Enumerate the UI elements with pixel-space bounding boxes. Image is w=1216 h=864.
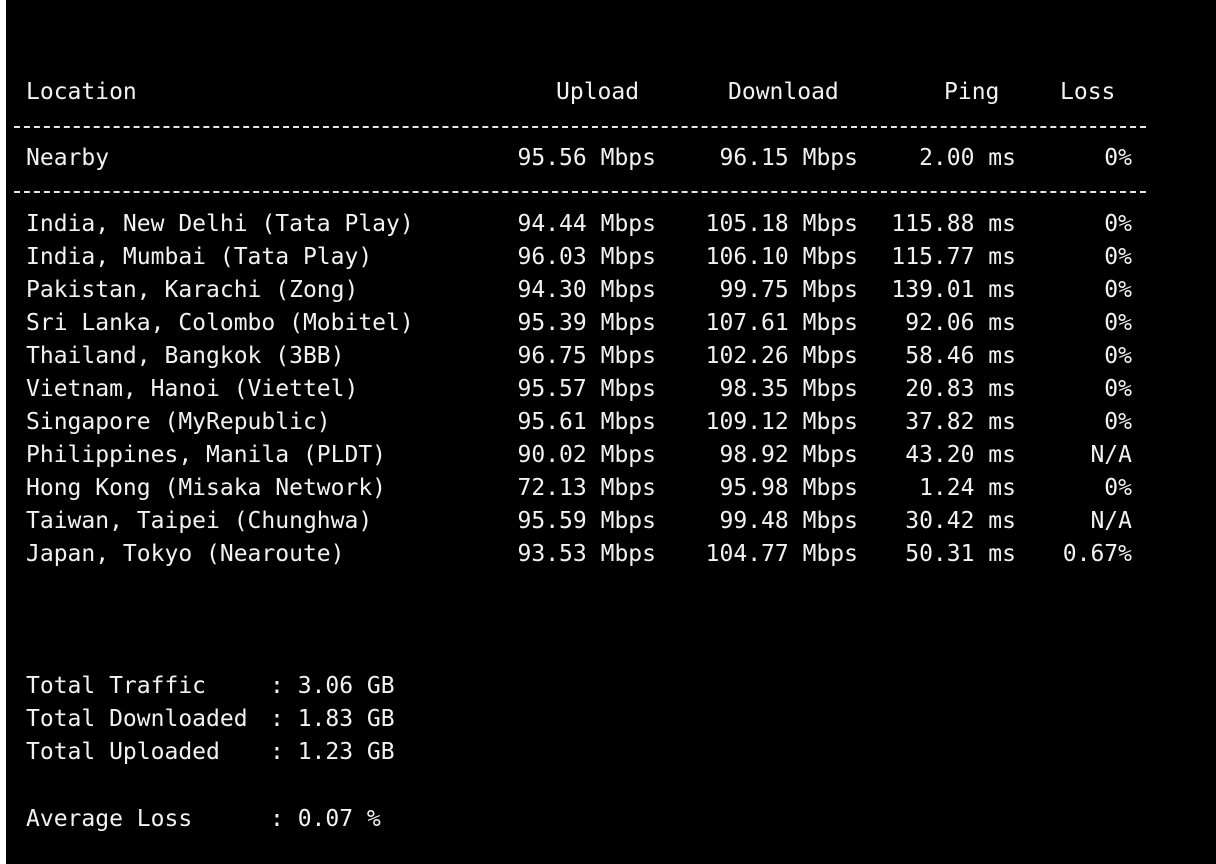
row-ping: 115.88 ms xyxy=(891,211,1016,237)
row-loss: 0% xyxy=(1104,409,1132,435)
row-loss: N/A xyxy=(1090,508,1132,534)
row-ping: 37.82 ms xyxy=(905,409,1016,435)
row-loss: 0% xyxy=(1104,310,1132,336)
row-download: 107.61 Mbps xyxy=(705,310,858,336)
table-row: Sri Lanka, Colombo (Mobitel) 95.39 Mbps … xyxy=(6,307,1216,340)
row-upload: 95.39 Mbps xyxy=(517,310,656,336)
row-upload: 95.61 Mbps xyxy=(517,409,656,435)
summary-label: Average Loss xyxy=(26,806,193,832)
header-ping: Ping xyxy=(944,79,1000,105)
row-download: 102.26 Mbps xyxy=(705,343,858,369)
nearby-location: Nearby xyxy=(26,145,110,171)
table-row: Hong Kong (Misaka Network) 72.13 Mbps 95… xyxy=(6,472,1216,505)
table-row: India, Mumbai (Tata Play) 96.03 Mbps 106… xyxy=(6,241,1216,274)
row-location: Hong Kong (Misaka Network) xyxy=(26,475,387,501)
summary-value: : 3.06 GB xyxy=(270,673,395,699)
row-loss: N/A xyxy=(1090,442,1132,468)
row-loss: 0% xyxy=(1104,343,1132,369)
row-download: 105.18 Mbps xyxy=(705,211,858,237)
row-upload: 93.53 Mbps xyxy=(517,541,656,567)
nearby-upload: 95.56 Mbps xyxy=(517,145,656,171)
terminal-window[interactable]: Location Upload Download Ping Loss Nearb… xyxy=(6,0,1216,864)
row-download: 99.48 Mbps xyxy=(719,508,858,534)
row-location: Taiwan, Taipei (Chunghwa) xyxy=(26,508,373,534)
divider-middle xyxy=(14,191,1146,193)
summary-total-uploaded: Total Uploaded : 1.23 GB xyxy=(6,736,1216,769)
row-ping: 30.42 ms xyxy=(905,508,1016,534)
row-upload: 94.30 Mbps xyxy=(517,277,656,303)
row-loss: 0% xyxy=(1104,211,1132,237)
summary-label: Total Traffic xyxy=(26,673,207,699)
row-ping: 43.20 ms xyxy=(905,442,1016,468)
row-location: Thailand, Bangkok (3BB) xyxy=(26,343,345,369)
row-ping: 139.01 ms xyxy=(891,277,1016,303)
row-loss: 0% xyxy=(1104,244,1132,270)
row-loss: 0% xyxy=(1104,475,1132,501)
row-download: 98.35 Mbps xyxy=(719,376,858,402)
table-row: Thailand, Bangkok (3BB) 96.75 Mbps 102.2… xyxy=(6,340,1216,373)
header-location: Location xyxy=(26,79,137,105)
row-upload: 96.75 Mbps xyxy=(517,343,656,369)
row-ping: 92.06 ms xyxy=(905,310,1016,336)
summary-value: : 0.07 % xyxy=(270,806,381,832)
table-row: Vietnam, Hanoi (Viettel) 95.57 Mbps 98.3… xyxy=(6,373,1216,406)
row-loss: 0% xyxy=(1104,277,1132,303)
row-download: 95.98 Mbps xyxy=(719,475,858,501)
row-location: Vietnam, Hanoi (Viettel) xyxy=(26,376,359,402)
row-upload: 95.59 Mbps xyxy=(517,508,656,534)
table-row: Japan, Tokyo (Nearoute) 93.53 Mbps 104.7… xyxy=(6,538,1216,571)
row-loss: 0.67% xyxy=(1062,541,1132,567)
nearby-ping: 2.00 ms xyxy=(919,145,1016,171)
nearby-loss: 0% xyxy=(1104,145,1132,171)
row-location: India, Mumbai (Tata Play) xyxy=(26,244,373,270)
header-upload: Upload xyxy=(556,79,640,105)
row-upload: 90.02 Mbps xyxy=(517,442,656,468)
summary-value: : 1.23 GB xyxy=(270,739,395,765)
summary-label: Total Uploaded xyxy=(26,739,220,765)
row-download: 104.77 Mbps xyxy=(705,541,858,567)
row-location: Philippines, Manila (PLDT) xyxy=(26,442,387,468)
row-download: 98.92 Mbps xyxy=(719,442,858,468)
table-row: Taiwan, Taipei (Chunghwa) 95.59 Mbps 99.… xyxy=(6,505,1216,538)
row-ping: 1.24 ms xyxy=(919,475,1016,501)
table-row: Philippines, Manila (PLDT) 90.02 Mbps 98… xyxy=(6,439,1216,472)
table-row: Pakistan, Karachi (Zong) 94.30 Mbps 99.7… xyxy=(6,274,1216,307)
summary-average-loss: Average Loss : 0.07 % xyxy=(6,803,1216,836)
table-row: India, New Delhi (Tata Play) 94.44 Mbps … xyxy=(6,208,1216,241)
table-header: Location Upload Download Ping Loss xyxy=(6,76,1216,109)
row-ping: 20.83 ms xyxy=(905,376,1016,402)
row-upload: 96.03 Mbps xyxy=(517,244,656,270)
summary-label: Total Downloaded xyxy=(26,706,248,732)
row-location: India, New Delhi (Tata Play) xyxy=(26,211,414,237)
row-upload: 94.44 Mbps xyxy=(517,211,656,237)
summary-total-traffic: Total Traffic : 3.06 GB xyxy=(6,670,1216,703)
row-ping: 115.77 ms xyxy=(891,244,1016,270)
row-ping: 58.46 ms xyxy=(905,343,1016,369)
header-download: Download xyxy=(728,79,839,105)
summary-total-downloaded: Total Downloaded : 1.83 GB xyxy=(6,703,1216,736)
table-row: Singapore (MyRepublic) 95.61 Mbps 109.12… xyxy=(6,406,1216,439)
row-download: 109.12 Mbps xyxy=(705,409,858,435)
header-loss: Loss xyxy=(1060,79,1116,105)
row-location: Pakistan, Karachi (Zong) xyxy=(26,277,359,303)
summary-value: : 1.83 GB xyxy=(270,706,395,732)
row-download: 99.75 Mbps xyxy=(719,277,858,303)
row-upload: 95.57 Mbps xyxy=(517,376,656,402)
row-ping: 50.31 ms xyxy=(905,541,1016,567)
row-download: 106.10 Mbps xyxy=(705,244,858,270)
row-location: Japan, Tokyo (Nearoute) xyxy=(26,541,345,567)
divider-top xyxy=(14,126,1146,128)
row-location: Singapore (MyRepublic) xyxy=(26,409,331,435)
row-loss: 0% xyxy=(1104,376,1132,402)
nearby-row: Nearby 95.56 Mbps 96.15 Mbps 2.00 ms 0% xyxy=(6,142,1216,175)
row-upload: 72.13 Mbps xyxy=(517,475,656,501)
nearby-download: 96.15 Mbps xyxy=(719,145,858,171)
row-location: Sri Lanka, Colombo (Mobitel) xyxy=(26,310,414,336)
